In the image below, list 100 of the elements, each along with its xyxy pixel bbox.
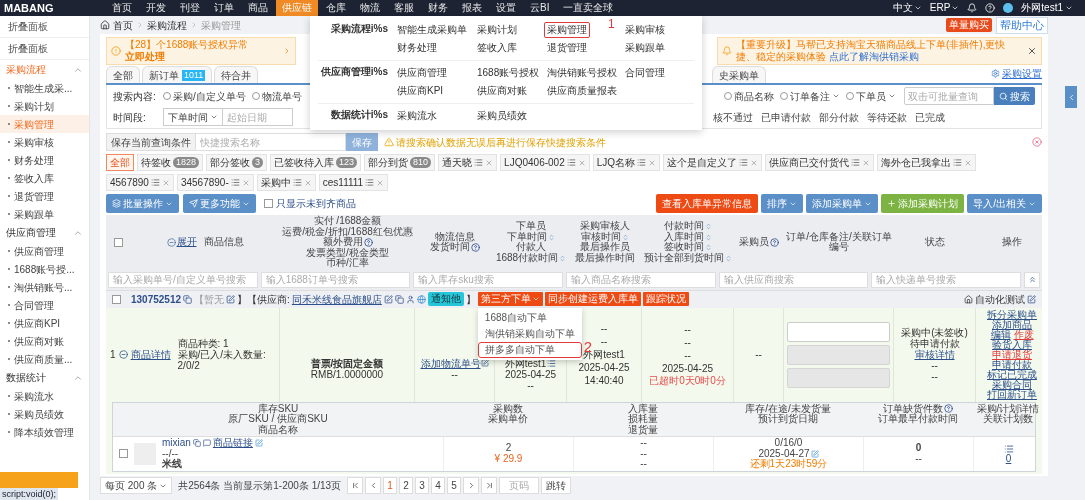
sidebar-item[interactable]: 供应商对账: [0, 332, 89, 350]
collapse-panel-button[interactable]: [1065, 86, 1077, 108]
status-filter-link[interactable]: 已申请付款: [761, 109, 811, 125]
filter-chip[interactable]: ces11111: [318, 174, 389, 191]
edit-icon[interactable]: [1027, 294, 1036, 304]
user-icon[interactable]: [405, 294, 415, 304]
help-center-link[interactable]: 帮助中心: [996, 16, 1048, 34]
order-action-button[interactable]: 第三方下单: [477, 292, 543, 306]
first-page-button[interactable]: [347, 477, 364, 494]
nav-item[interactable]: 设置: [490, 0, 522, 16]
tab[interactable]: 全部: [106, 66, 140, 83]
sidebar-item[interactable]: 智能生成采...: [0, 79, 89, 97]
operation-link[interactable]: 编辑: [990, 329, 1011, 340]
time-type-select[interactable]: 下单时间: [163, 108, 223, 126]
menu-item[interactable]: 供应商KPI: [394, 83, 447, 99]
previous-page-button[interactable]: [365, 477, 382, 494]
sort-icon[interactable]: [705, 223, 712, 230]
plan-count-link[interactable]: 0: [1005, 453, 1012, 464]
nav-dropdown[interactable]: 中文: [892, 3, 913, 13]
edit-icon[interactable]: [226, 294, 236, 304]
last-page-button[interactable]: [481, 477, 498, 494]
order-number[interactable]: 130752512: [131, 291, 182, 307]
globe-icon[interactable]: [416, 294, 426, 304]
status-filter-link[interactable]: 核不通过: [713, 109, 753, 125]
menu-item[interactable]: 采购计划: [474, 22, 520, 38]
nav-item[interactable]: 云BI: [524, 0, 556, 16]
breadcrumb-link[interactable]: 首页: [113, 17, 133, 33]
menu-item[interactable]: 淘供销账号授权: [544, 65, 620, 81]
sidebar-item[interactable]: 采购流水: [0, 387, 89, 405]
copy-icon[interactable]: [192, 439, 201, 448]
list-icon[interactable]: [547, 358, 557, 368]
menu-item[interactable]: 采购跟单: [622, 40, 668, 56]
sidebar-item[interactable]: 财务处理: [0, 151, 89, 169]
only-incomplete-checkbox[interactable]: 只显示未到齐商品: [264, 196, 356, 211]
page-size-select[interactable]: 每页 200 条: [100, 477, 173, 494]
edit-icon[interactable]: [810, 449, 819, 458]
notify-button[interactable]: 通知他: [427, 292, 464, 306]
sidebar-item[interactable]: 合同管理: [0, 296, 89, 314]
page-number[interactable]: 3: [415, 477, 430, 494]
menu-item[interactable]: 采购审核: [622, 22, 668, 38]
menu-item[interactable]: 合同管理: [622, 65, 668, 81]
remove-icon[interactable]: [648, 158, 657, 167]
search-button[interactable]: 搜索: [994, 87, 1035, 105]
logo[interactable]: MABANG: [0, 2, 90, 14]
menu-item[interactable]: 供应商对账: [474, 83, 530, 99]
breadcrumb-link[interactable]: 采购流程: [147, 17, 187, 33]
nav-item[interactable]: 客服: [388, 0, 420, 16]
collapse-panel-item[interactable]: 折叠面板: [0, 16, 89, 38]
order-action-button[interactable]: 跟踪状况: [642, 292, 689, 306]
sidebar-item[interactable]: 供应商KPI: [0, 314, 89, 332]
nav-item[interactable]: 刊登: [174, 0, 206, 16]
filter-chip[interactable]: LJQ0406-002: [500, 154, 590, 171]
collapse-filters-button[interactable]: [1024, 271, 1041, 288]
operation-link[interactable]: 添加商品: [992, 319, 1032, 330]
filter-chip[interactable]: 通天晓: [438, 154, 498, 171]
sidebar-item[interactable]: 1688账号授...: [0, 260, 89, 278]
remove-icon[interactable]: [862, 158, 871, 167]
sidebar-item[interactable]: 签收入库: [0, 169, 89, 187]
status-filter-link[interactable]: 部分付款: [819, 109, 859, 125]
copy-icon[interactable]: [183, 294, 193, 304]
toolbar-button[interactable]: 查看入库单异常信息: [656, 194, 759, 213]
filter-chip[interactable]: 部分签收 3: [206, 154, 268, 171]
nav-item[interactable]: 商品: [242, 0, 274, 16]
menu-item[interactable]: 财务处理: [394, 40, 440, 56]
bell-icon[interactable]: [967, 3, 978, 13]
menu-item[interactable]: 淘供销采购自动下单: [477, 326, 582, 342]
radio-option[interactable]: 订单备注: [779, 88, 840, 104]
filter-chip[interactable]: 海外仓已我拿出: [877, 154, 977, 171]
sidebar-item[interactable]: 采购跟单: [0, 205, 89, 223]
sidebar-item[interactable]: 采购审核: [0, 133, 89, 151]
filter-chip[interactable]: 供应商已交付货代: [765, 154, 875, 171]
sku-text[interactable]: mixian: [162, 438, 191, 449]
filter-chip[interactable]: 这个是自定义了: [663, 154, 763, 171]
status-filter-link[interactable]: 等待还款: [867, 109, 907, 125]
sidebar-item[interactable]: 退货管理: [0, 187, 89, 205]
sort-icon[interactable]: [725, 254, 732, 262]
edit-icon[interactable]: [480, 359, 489, 367]
sidebar-item[interactable]: 淘供销账号...: [0, 278, 89, 296]
sidebar-group[interactable]: 供应商管理: [0, 223, 89, 242]
remove-icon[interactable]: [241, 178, 250, 187]
remove-icon[interactable]: [303, 178, 312, 187]
settings-link[interactable]: 采购设置: [1002, 66, 1042, 81]
remove-icon[interactable]: [485, 158, 494, 167]
nav-item[interactable]: 订单: [208, 0, 240, 16]
nav-item[interactable]: 开发: [140, 0, 172, 16]
tab[interactable]: 新订单 1011: [142, 66, 213, 83]
remove-icon[interactable]: [376, 178, 385, 187]
menu-item[interactable]: 签收入库: [474, 40, 520, 56]
filter-chip[interactable]: 采购中: [256, 174, 316, 191]
operation-link[interactable]: 拆分采购单: [987, 309, 1037, 320]
collapse-icon[interactable]: [118, 350, 128, 359]
tab[interactable]: 待合并: [214, 66, 259, 83]
remove-icon[interactable]: [161, 178, 170, 187]
sidebar-item[interactable]: 采购计划: [0, 97, 89, 115]
page-number[interactable]: 2: [399, 477, 414, 494]
audit-detail-link[interactable]: 审核详情: [914, 349, 955, 360]
sort-icon[interactable]: [559, 254, 567, 262]
menu-item[interactable]: 供应商质量报表: [544, 83, 620, 99]
radio-option[interactable]: 采购/自定义单号: [163, 88, 246, 104]
edit-icon[interactable]: [383, 294, 393, 304]
